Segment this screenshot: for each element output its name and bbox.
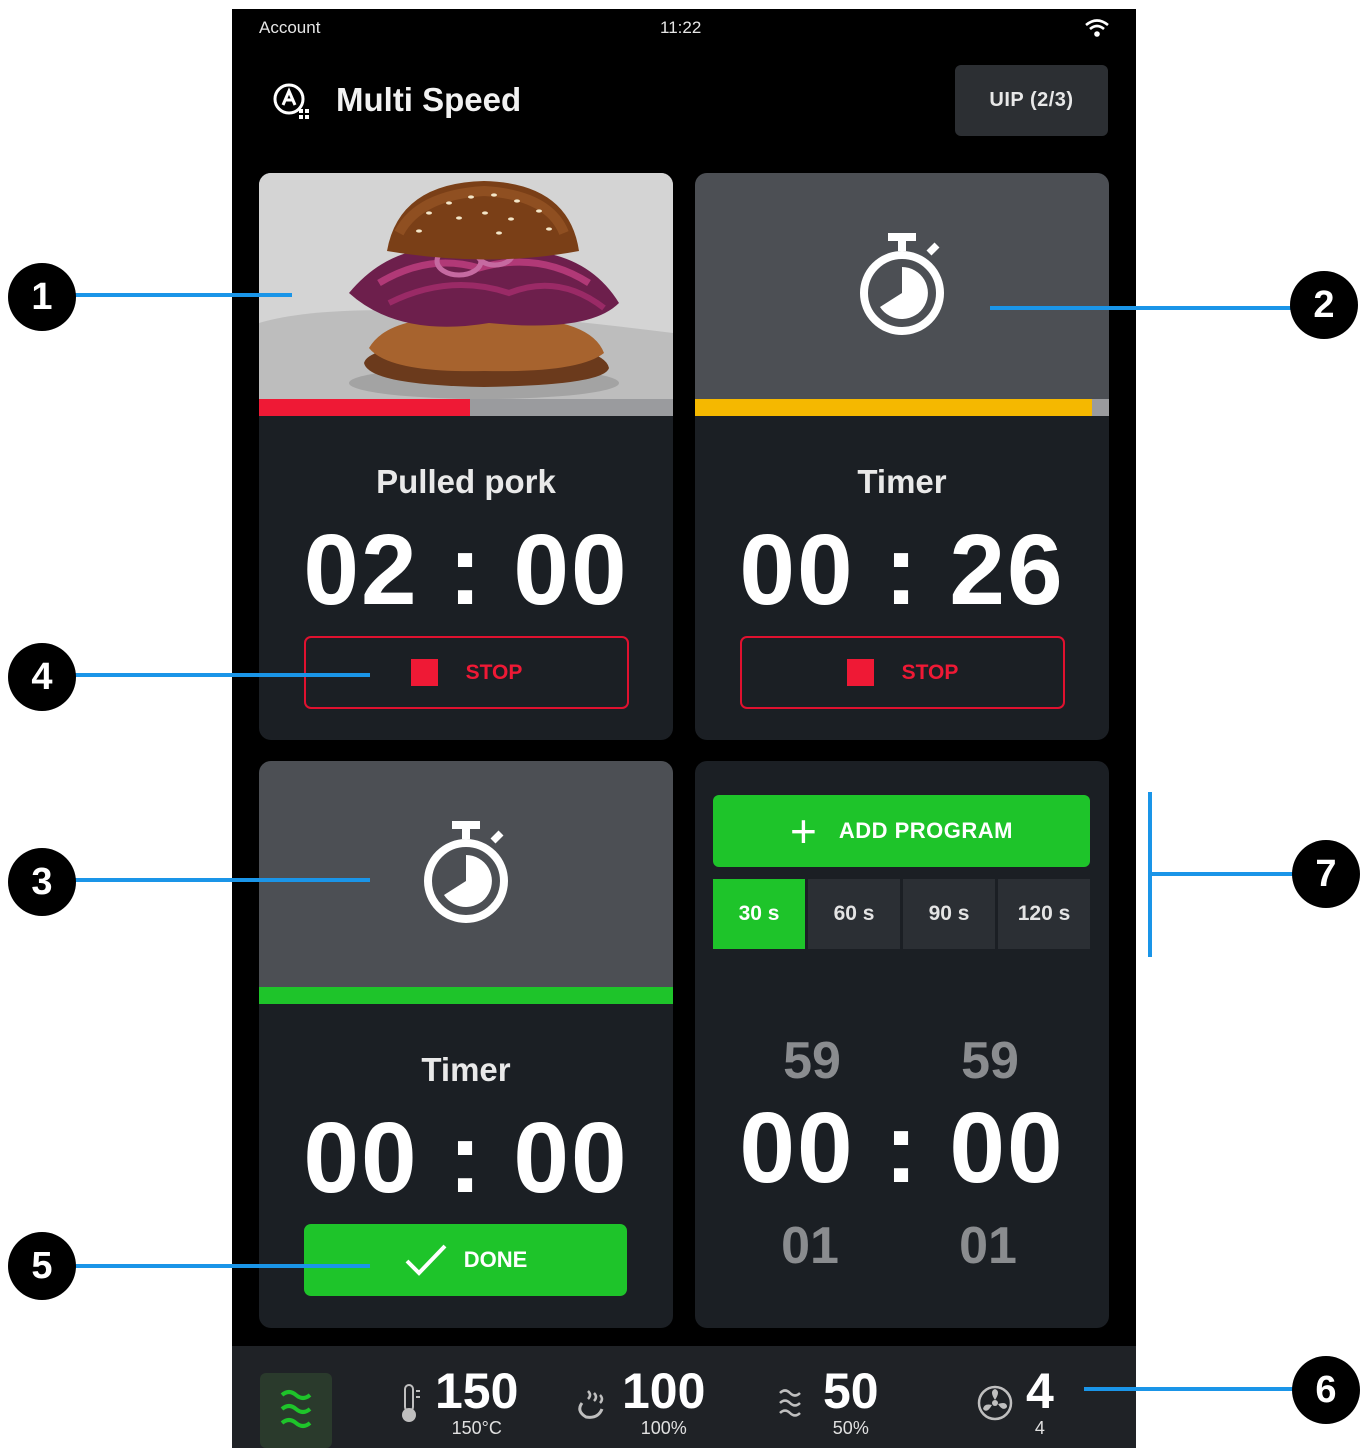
stopwatch-icon bbox=[424, 821, 508, 923]
timer-card-done[interactable]: Timer 00 : 00 DONE bbox=[259, 761, 673, 1328]
minutes-wheel-above[interactable]: 59 bbox=[752, 1031, 872, 1091]
steam-icon bbox=[578, 1390, 604, 1419]
page-title: Multi Speed bbox=[336, 81, 522, 118]
remaining-time: 00 : 26 bbox=[739, 514, 1065, 626]
steam-value: 100 bbox=[622, 1363, 706, 1419]
progress-fill bbox=[259, 399, 471, 416]
callout-line-1 bbox=[74, 293, 292, 297]
fan-value: 4 bbox=[1026, 1363, 1054, 1419]
duration-option-60s[interactable]: 60 s bbox=[808, 879, 900, 949]
steam-setting[interactable]: 100 100% bbox=[622, 1366, 705, 1439]
plus-icon: + bbox=[789, 805, 817, 857]
stop-icon bbox=[846, 659, 874, 686]
progress-fill bbox=[695, 399, 1093, 416]
check-icon bbox=[405, 1244, 447, 1276]
timer-card-running[interactable]: Timer 00 : 26 STOP bbox=[695, 173, 1109, 740]
duration-option-120s[interactable]: 120 s bbox=[998, 879, 1090, 949]
add-program-button[interactable]: + ADD PROGRAM bbox=[713, 795, 1090, 867]
callout-line-5 bbox=[74, 1264, 370, 1268]
add-program-card: + ADD PROGRAM 30 s 60 s 90 s 120 s 59 59… bbox=[695, 761, 1109, 1328]
stop-label: STOP bbox=[901, 660, 959, 684]
microwave-setting[interactable]: 50 50% bbox=[823, 1366, 879, 1439]
callout-7: 7 bbox=[1292, 840, 1360, 908]
temperature-value: 150 bbox=[435, 1363, 519, 1419]
timer-image-area bbox=[259, 761, 673, 987]
duration-option-90s[interactable]: 90 s bbox=[903, 879, 995, 949]
progress-bar bbox=[695, 399, 1109, 416]
bottom-settings-bar: 150 150°C 100 100% 50 50% 4 4 bbox=[232, 1346, 1136, 1448]
callout-1: 1 bbox=[8, 263, 76, 331]
program-name: Pulled pork bbox=[376, 463, 556, 500]
fan-sub: 4 bbox=[1034, 1418, 1045, 1438]
remaining-time: 00 : 00 bbox=[303, 1102, 629, 1214]
microwave-value: 50 bbox=[823, 1363, 879, 1419]
remaining-time: 02 : 00 bbox=[303, 514, 629, 626]
multi-speed-icon bbox=[273, 83, 309, 119]
progress-bar bbox=[259, 399, 673, 416]
microwave-icon bbox=[779, 1389, 801, 1417]
clock: 11:22 bbox=[660, 18, 702, 37]
duration-option-30s[interactable]: 30 s bbox=[713, 879, 805, 949]
callout-3: 3 bbox=[8, 848, 76, 916]
callout-2: 2 bbox=[1290, 271, 1358, 339]
callout-line-7 bbox=[1148, 872, 1296, 876]
food-image bbox=[259, 173, 673, 399]
program-card-pulled-pork[interactable]: Pulled pork 02 : 00 STOP bbox=[259, 173, 673, 740]
callout-line-6 bbox=[1084, 1387, 1296, 1391]
callout-4: 4 bbox=[8, 643, 76, 711]
done-button[interactable]: DONE bbox=[304, 1224, 627, 1296]
callout-line-4 bbox=[74, 673, 370, 677]
stop-button[interactable]: STOP bbox=[740, 636, 1065, 709]
progress-fill bbox=[259, 987, 673, 1004]
minutes-wheel-below[interactable]: 01 bbox=[750, 1216, 870, 1276]
add-program-label: ADD PROGRAM bbox=[838, 818, 1014, 843]
callout-line-2 bbox=[990, 306, 1294, 310]
stop-icon bbox=[410, 659, 438, 686]
seconds-wheel-above[interactable]: 59 bbox=[930, 1031, 1050, 1091]
steam-sub: 100% bbox=[640, 1418, 687, 1438]
done-label: DONE bbox=[463, 1247, 528, 1272]
uip-button[interactable]: UIP (2/3) bbox=[955, 65, 1108, 136]
callout-5: 5 bbox=[8, 1232, 76, 1300]
progress-bar bbox=[259, 987, 673, 1004]
temperature-setting[interactable]: 150 150°C bbox=[435, 1366, 518, 1439]
temperature-sub: 150°C bbox=[451, 1418, 502, 1438]
stop-label: STOP bbox=[465, 660, 523, 684]
fan-setting[interactable]: 4 4 bbox=[1026, 1366, 1054, 1439]
time-picker-value[interactable]: 00 : 00 bbox=[695, 1091, 1109, 1206]
account-label[interactable]: Account bbox=[259, 18, 320, 38]
thermometer-icon bbox=[402, 1384, 420, 1422]
timer-name: Timer bbox=[857, 463, 947, 500]
mode-button[interactable] bbox=[260, 1373, 332, 1448]
fan-icon bbox=[977, 1385, 1013, 1421]
timer-image-area bbox=[695, 173, 1109, 399]
timer-name: Timer bbox=[421, 1051, 511, 1088]
stopwatch-icon bbox=[860, 233, 944, 335]
callout-6: 6 bbox=[1292, 1356, 1360, 1424]
wifi-icon bbox=[1085, 19, 1109, 37]
device-screen: Account 11:22 Multi Speed UIP (2/3) Pull… bbox=[232, 9, 1136, 1448]
status-bar: Account 11:22 bbox=[232, 9, 1136, 49]
heat-waves-icon bbox=[280, 1390, 312, 1428]
microwave-sub: 50% bbox=[832, 1418, 869, 1438]
callout-line-3 bbox=[74, 878, 370, 882]
seconds-wheel-below[interactable]: 01 bbox=[928, 1216, 1048, 1276]
